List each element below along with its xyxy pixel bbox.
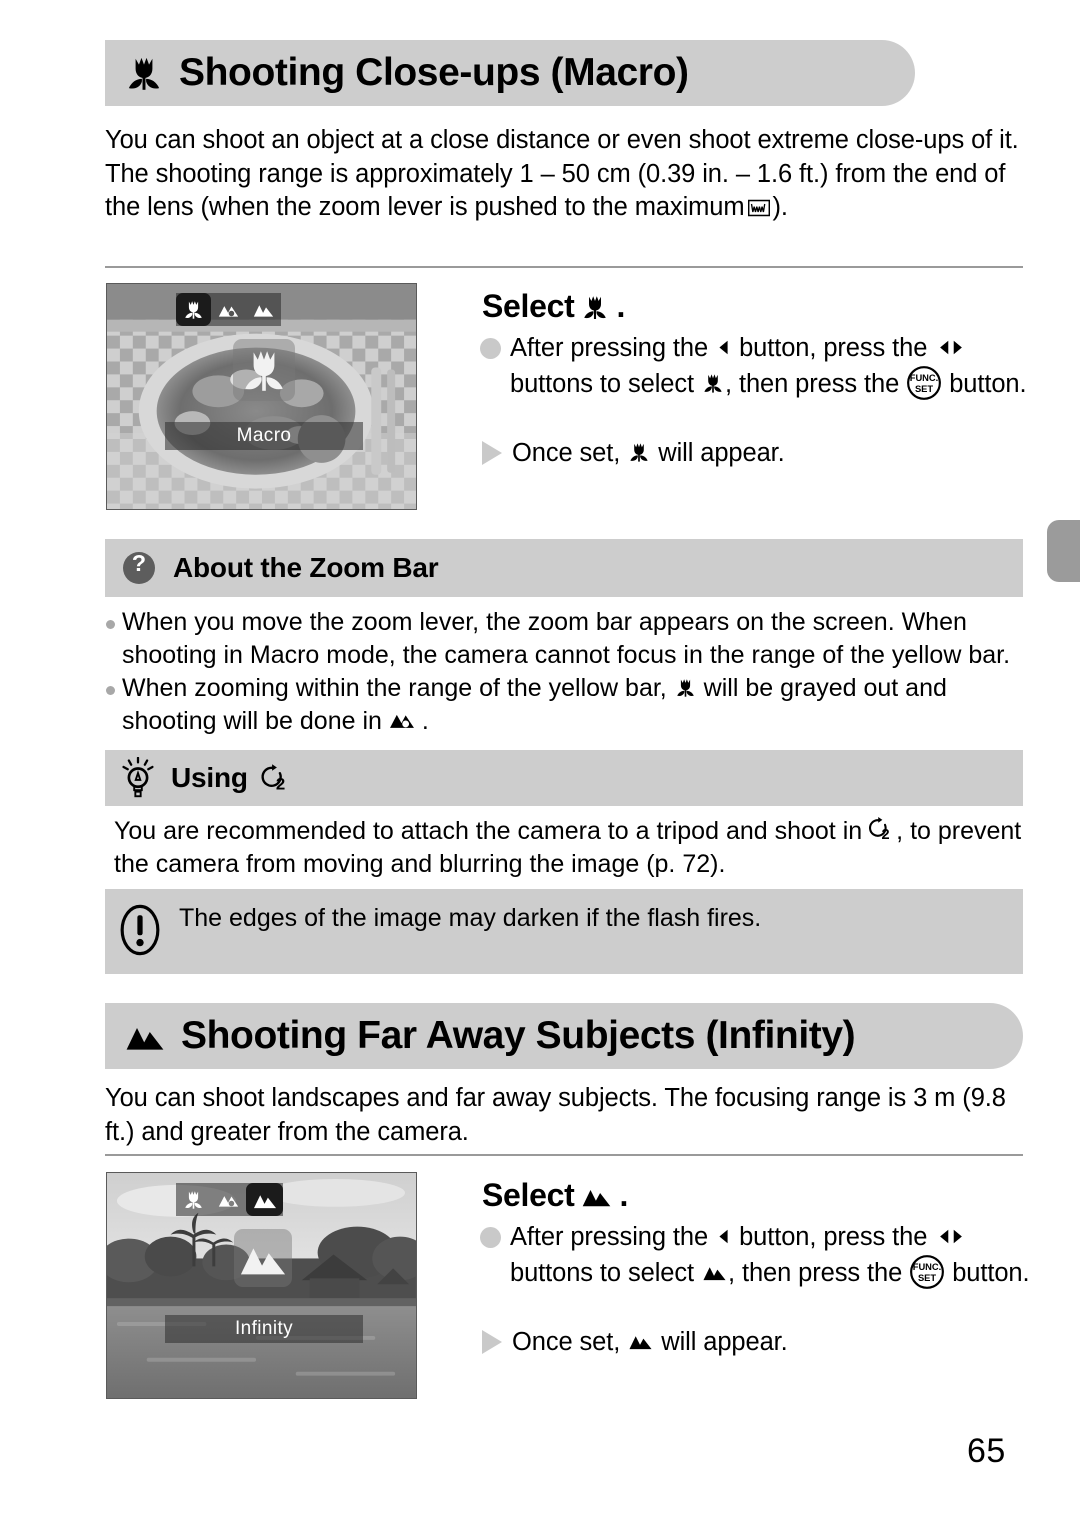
step-text-1: After pressing the [510,334,709,362]
page-title: Shooting Close-ups (Macro) [179,51,689,94]
tip-box-body: You are recommended to attach the camera… [114,815,1024,881]
infinity-step-heading-suffix: . [619,1177,629,1213]
macro-tulip-icon [627,440,651,464]
infinity-mountain-icon [627,1329,654,1353]
zoom-item2-text-3: . [421,707,429,735]
menu-item-auto[interactable] [211,1183,246,1216]
macro-step-result: Once set, will appear. [512,436,1032,470]
svg-text:FUNC.: FUNC. [913,1262,941,1272]
macro-overlay-icon [233,339,295,401]
macro-intro-text: You can shoot an object at a close dista… [105,126,1019,221]
bullet-triangle [482,441,502,465]
macro-tulip-icon [580,292,610,322]
infinity-step-heading-text: Select [482,1177,575,1213]
macro-step-heading: Select . [482,288,625,325]
zoom-bar-item-2: When zooming within the range of the yel… [122,672,1027,738]
result-text-1: Once set, [512,1328,621,1356]
infinity-step-bullet: After pressing the button, press the but… [510,1220,1030,1290]
menu-item-infinity[interactable] [246,1183,283,1216]
svg-text:SET: SET [918,1273,936,1283]
func-set-button-icon: FUNC. SET [909,1254,945,1290]
left-arrow-button-icon [715,337,732,358]
infinity-step-heading: Select . [482,1177,628,1214]
result-text-2: will appear. [658,439,785,467]
caution-box: The edges of the image may darken if the… [105,889,1023,974]
step-text-5: button. [952,1259,1030,1287]
divider-infinity [105,1154,1023,1156]
step-text-3: buttons to select [510,1259,694,1287]
auto-focus-icon [389,706,415,732]
chapter-edge-tab [1047,520,1080,582]
question-mark-icon: ? [119,548,159,588]
zoom-bar-item-1: When you move the zoom lever, the zoom b… [122,608,1011,669]
left-right-arrow-buttons-icon [934,1226,968,1247]
step-text-1: After pressing the [510,1223,709,1251]
menu-item-infinity[interactable] [246,293,281,326]
self-timer-2sec-icon [256,763,290,793]
svg-text:SET: SET [915,384,933,394]
macro-step-bullet: After pressing the button, press the but… [510,331,1030,401]
list-bullet [106,620,115,629]
step-text-2: button, press the [739,334,928,362]
result-text-1: Once set, [512,439,621,467]
zoom-bar-box-title: About the Zoom Bar [173,552,439,583]
manual-page: 2 Shooting Close-ups (Macro) You can sho… [0,0,1080,1521]
infinity-overlay-icon [234,1229,292,1287]
infinity-mountain-icon [701,1260,728,1284]
section-title-infinity: Shooting Far Away Subjects (Infinity) [181,1014,856,1057]
bullet-dot [480,338,501,359]
menu-item-auto[interactable] [211,293,246,326]
step-text-5: button. [949,370,1027,398]
wide-angle-zoom-icon [746,197,772,219]
caution-text: The edges of the image may darken if the… [179,904,762,932]
self-timer-2sec-icon [864,816,894,842]
macro-tulip-icon [123,52,165,94]
bullet-triangle [482,1330,502,1354]
section-header-macro: Shooting Close-ups (Macro) [105,40,915,106]
step-text-4: , then press the [725,370,900,398]
infinity-mode-label: Infinity [165,1315,363,1343]
zoom-item2-text-1: When zooming within the range of the yel… [122,674,667,702]
macro-mode-menu [176,293,281,326]
macro-tulip-icon [674,676,697,699]
section-header-infinity: Shooting Far Away Subjects (Infinity) [105,1003,1023,1069]
infinity-mountain-icon [580,1181,613,1211]
menu-item-macro[interactable] [176,293,211,326]
left-right-arrow-buttons-icon [934,337,968,358]
infinity-camera-screen: Infinity [106,1172,417,1399]
bullet-dot [480,1227,501,1248]
svg-text:FUNC.: FUNC. [910,373,938,383]
step-text-4: , then press the [728,1259,903,1287]
infinity-step-result: Once set, will appear. [512,1325,1032,1359]
macro-mode-label: Macro [165,422,363,450]
divider-macro [105,266,1023,268]
macro-camera-screen: Macro [106,283,417,510]
step-text-3: buttons to select [510,370,694,398]
macro-intro-paragraph: You can shoot an object at a close dista… [105,124,1030,225]
macro-step-heading-suffix: . [616,288,626,324]
lightbulb-icon [119,757,157,799]
tip-box-header: Using [105,750,1023,806]
list-bullet [106,686,115,695]
infinity-intro-paragraph: You can shoot landscapes and far away su… [105,1084,1006,1146]
macro-tulip-icon [701,371,725,395]
infinity-mountain-icon [123,1016,167,1056]
tip-text-1: You are recommended to attach the camera… [114,817,863,845]
infinity-mode-menu [176,1183,283,1216]
macro-intro-tail: ). [772,193,788,221]
macro-step-heading-text: Select [482,288,575,324]
page-number: 65 [967,1432,1006,1470]
menu-item-macro[interactable] [176,1183,211,1216]
result-text-2: will appear. [661,1328,788,1356]
func-set-button-icon: FUNC. SET [906,365,942,401]
exclamation-icon [119,903,161,957]
svg-text:?: ? [132,550,146,576]
tip-box-title: Using [171,762,290,794]
tip-box-title-text: Using [171,762,248,793]
zoom-bar-box-header: ? About the Zoom Bar [105,539,1023,597]
step-text-2: button, press the [739,1223,928,1251]
left-arrow-button-icon [715,1226,732,1247]
